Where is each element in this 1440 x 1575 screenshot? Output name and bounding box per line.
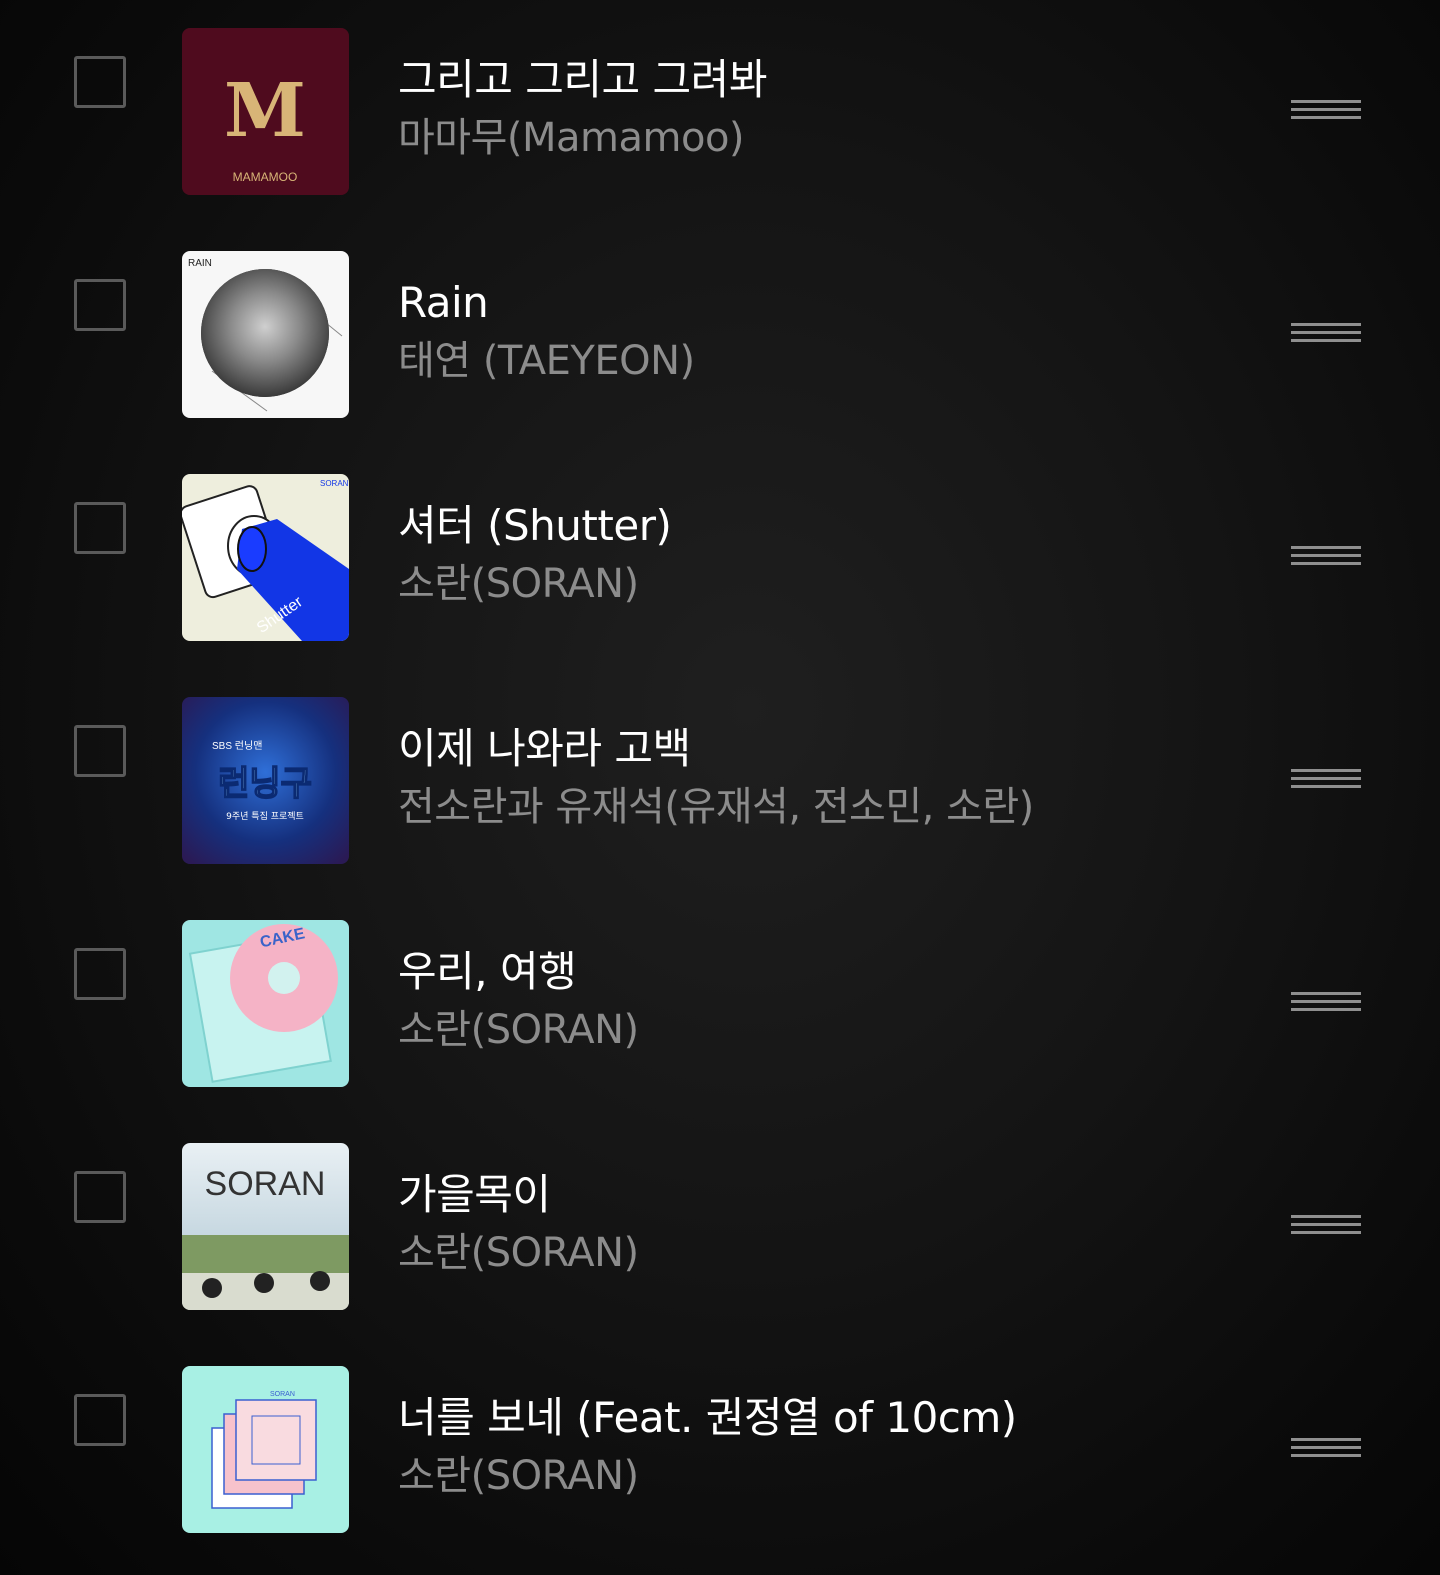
- track-row[interactable]: CAKE 우리, 여행 소란(SORAN): [0, 892, 1440, 1115]
- track-artist: 소란(SORAN): [398, 1453, 639, 1499]
- playlist: M MAMAMOO 그리고 그리고 그려봐 마마무(Mamamoo) RAIN …: [0, 0, 1440, 1575]
- drag-handle-icon[interactable]: [1291, 1212, 1361, 1240]
- album-art-mamamoo[interactable]: M MAMAMOO: [182, 28, 349, 195]
- track-artist: 소란(SORAN): [398, 561, 639, 607]
- checkbox-unchecked-icon[interactable]: [74, 1394, 126, 1446]
- album-brand-text: SORAN: [270, 1391, 295, 1398]
- track-row[interactable]: SORAN 너를 보네 (Feat. 권정열 of 10cm) 소란(SORAN…: [0, 1338, 1440, 1561]
- track-artist: 마마무(Mamamoo): [398, 115, 745, 161]
- drag-handle-icon[interactable]: [1291, 543, 1361, 571]
- album-letter-text: M: [224, 68, 306, 154]
- album-art-seeyou[interactable]: SORAN: [182, 1366, 349, 1533]
- track-artist: 태연 (TAEYEON): [398, 338, 695, 384]
- drag-handle-icon[interactable]: [1291, 989, 1361, 1017]
- album-art-rain[interactable]: RAIN: [182, 251, 349, 418]
- track-title: Rain: [398, 278, 489, 327]
- track-title: 가을목이: [398, 1170, 551, 1219]
- album-brand-text: SBS 런닝맨: [212, 740, 262, 752]
- track-row[interactable]: SORAN 가을목이 소란(SORAN): [0, 1115, 1440, 1338]
- track-title: 셔터 (Shutter): [398, 501, 672, 550]
- album-brand-text: RAIN: [188, 258, 212, 269]
- track-title: 그리고 그리고 그려봐: [398, 55, 767, 104]
- album-brand-text: SORAN: [205, 1165, 326, 1203]
- track-row[interactable]: M MAMAMOO 그리고 그리고 그려봐 마마무(Mamamoo): [0, 0, 1440, 223]
- track-row[interactable]: RAIN Rain 태연 (TAEYEON): [0, 223, 1440, 446]
- track-title: 너를 보네 (Feat. 권정열 of 10cm): [398, 1393, 1017, 1442]
- track-artist: 소란(SORAN): [398, 1007, 639, 1053]
- album-art-running[interactable]: SBS 런닝맨 런닝구 9주년 특집 프로젝트: [182, 697, 349, 864]
- track-row[interactable]: SORAN Shutter 셔터 (Shutter) 소란(SORAN): [0, 446, 1440, 669]
- checkbox-unchecked-icon[interactable]: [74, 1171, 126, 1223]
- album-brand-text: MAMAMOO: [233, 170, 298, 184]
- checkbox-unchecked-icon[interactable]: [74, 948, 126, 1000]
- track-title: 이제 나와라 고백: [398, 724, 691, 773]
- album-art-cake[interactable]: CAKE: [182, 920, 349, 1087]
- album-art-autumn[interactable]: SORAN: [182, 1143, 349, 1310]
- track-artist: 전소란과 유재석(유재석, 전소민, 소란): [398, 784, 1034, 830]
- track-row[interactable]: SBS 런닝맨 런닝구 9주년 특집 프로젝트 이제 나와라 고백 전소란과 유…: [0, 669, 1440, 892]
- checkbox-unchecked-icon[interactable]: [74, 279, 126, 331]
- album-big-text: 런닝구: [218, 764, 312, 804]
- checkbox-unchecked-icon[interactable]: [74, 725, 126, 777]
- album-brand-text: SORAN: [320, 479, 349, 488]
- album-sub-text: 9주년 특집 프로젝트: [226, 810, 304, 822]
- drag-handle-icon[interactable]: [1291, 320, 1361, 348]
- album-art-shutter[interactable]: SORAN Shutter: [182, 474, 349, 641]
- checkbox-unchecked-icon[interactable]: [74, 56, 126, 108]
- checkbox-unchecked-icon[interactable]: [74, 502, 126, 554]
- track-title: 우리, 여행: [398, 947, 577, 996]
- drag-handle-icon[interactable]: [1291, 766, 1361, 794]
- drag-handle-icon[interactable]: [1291, 97, 1361, 125]
- track-artist: 소란(SORAN): [398, 1230, 639, 1276]
- drag-handle-icon[interactable]: [1291, 1435, 1361, 1463]
